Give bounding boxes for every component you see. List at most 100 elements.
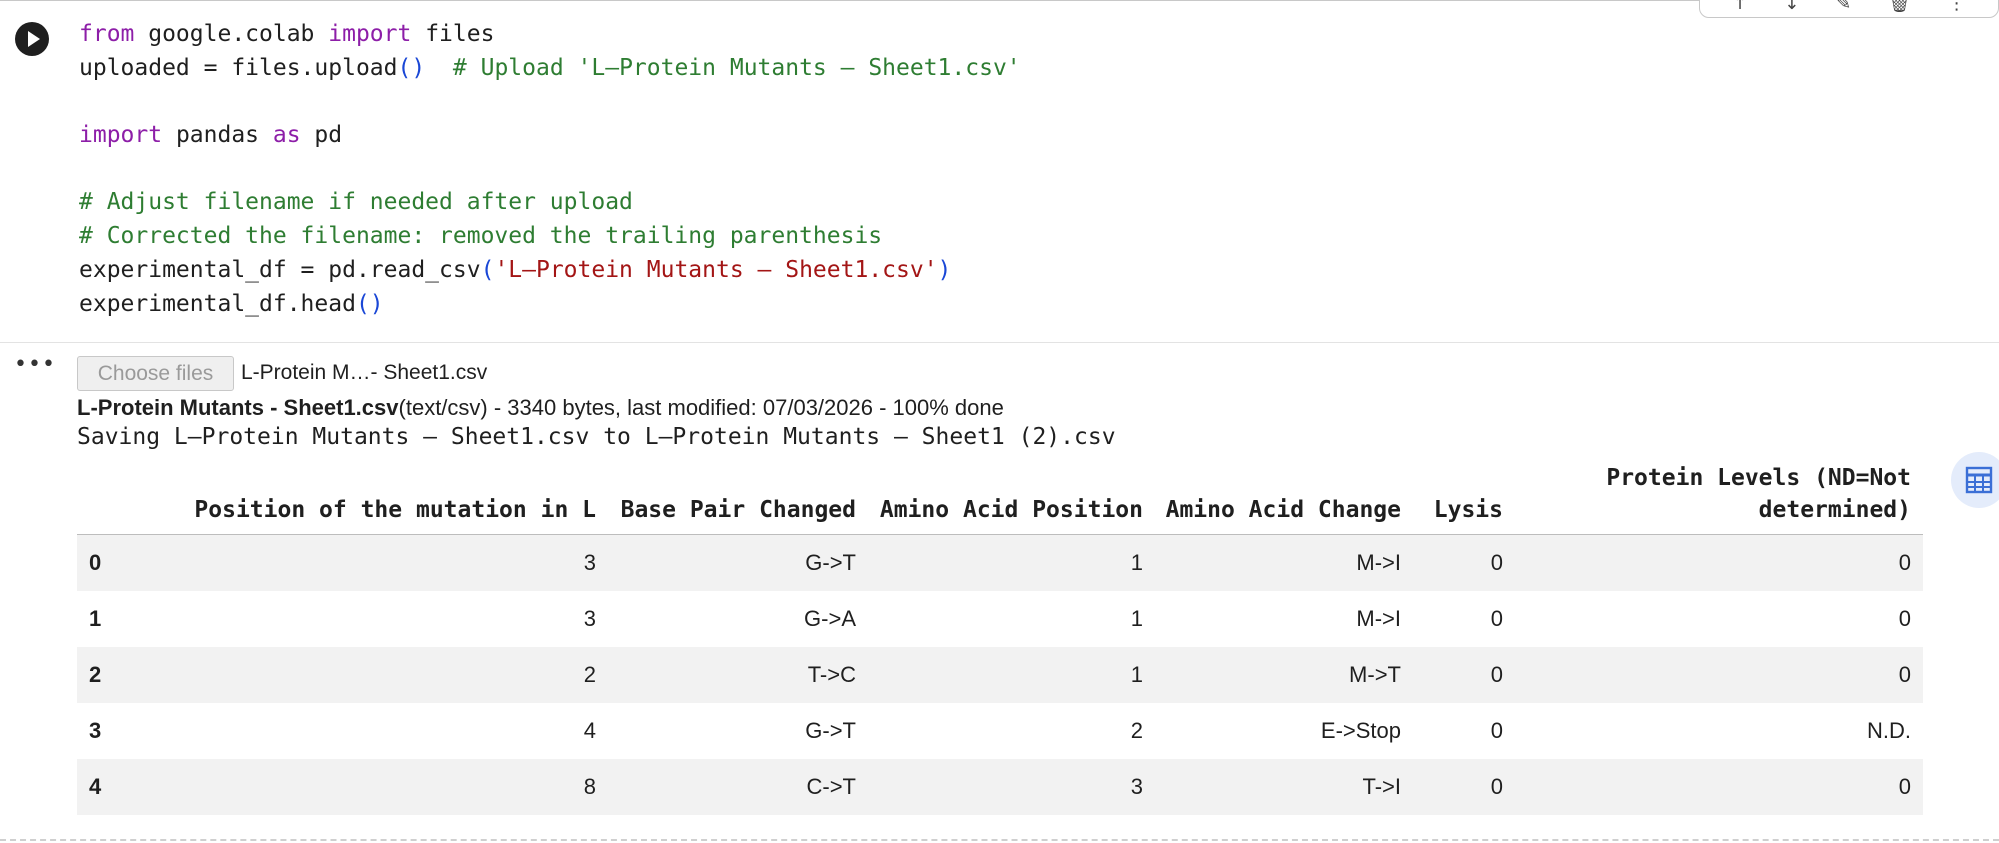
more-vert-icon[interactable]: ⋮ xyxy=(1948,0,1966,17)
cell-toolbar: ↑ ↓ ✎ 🗑 ⋮ xyxy=(1699,0,1999,18)
code-token: () xyxy=(397,54,426,81)
code-line: uploaded = files.upload() # Upload 'L–Pr… xyxy=(79,52,1021,86)
table-cell: 0 xyxy=(1898,662,1911,687)
code-line: # Adjust filename if needed after upload xyxy=(79,186,1021,220)
column-header: Position of the mutation in L xyxy=(194,497,596,523)
code-token: from xyxy=(79,21,135,47)
code-line: # Corrected the filename: removed the tr… xyxy=(79,220,1021,254)
upload-status: L-Protein Mutants - Sheet1.csv(text/csv)… xyxy=(77,395,1004,421)
table-cell: 1 xyxy=(1130,550,1143,575)
table-row: 2 2 T->C 1 M->T 0 0 xyxy=(77,647,1923,703)
column-header: Amino Acid Change xyxy=(1165,497,1401,523)
code-token: import xyxy=(328,21,412,47)
code-line: from google.colab import files xyxy=(79,18,1021,52)
table-cell: M->I xyxy=(1356,606,1401,631)
table-cell: 2 xyxy=(583,662,596,687)
chosen-file-name: L-Protein M…- Sheet1.csv xyxy=(241,361,488,384)
arrow-up-icon[interactable]: ↑ xyxy=(1732,0,1747,17)
dataframe-table: Position of the mutation in L Base Pair C… xyxy=(77,462,1923,815)
play-icon xyxy=(28,31,40,47)
code-token: import xyxy=(79,122,163,149)
code-line: experimental_df = pd.read_csv('L–Protein… xyxy=(79,254,1021,288)
table-header-row: Position of the mutation in L Base Pair C… xyxy=(77,462,1923,535)
code-token: as xyxy=(272,122,301,149)
column-header: Base Pair Changed xyxy=(620,497,856,523)
code-editor[interactable]: from google.colab import files uploaded =… xyxy=(79,18,1021,321)
row-index: 2 xyxy=(89,662,102,687)
table-cell: 1 xyxy=(1130,662,1143,687)
code-token: ( xyxy=(480,256,495,283)
table-cell: M->T xyxy=(1349,662,1401,687)
table-cell: 0 xyxy=(1490,550,1503,575)
table-cell: 4 xyxy=(583,718,596,743)
code-token: # Adjust filename if needed after upload xyxy=(79,189,633,216)
table-cell: T->I xyxy=(1362,774,1401,799)
arrow-down-icon[interactable]: ↓ xyxy=(1784,0,1799,17)
output-menu-icon[interactable]: ••• xyxy=(14,354,55,382)
table-cell: G->T xyxy=(805,550,856,575)
code-line: experimental_df.head() xyxy=(79,288,1021,322)
row-index: 0 xyxy=(89,550,102,575)
choose-files-button[interactable]: Choose files xyxy=(77,356,234,391)
code-token: () xyxy=(355,290,384,317)
column-header: Lysis xyxy=(1433,497,1503,523)
editor-divider xyxy=(0,342,1999,343)
code-token: 'L–Protein Mutants – Sheet1.csv' xyxy=(494,256,938,283)
code-token: files xyxy=(411,21,495,47)
code-token: ) xyxy=(937,256,952,283)
table-cell: G->A xyxy=(804,606,856,631)
table-cell: M->I xyxy=(1356,550,1401,575)
code-token: pd xyxy=(300,122,343,149)
table-cell: 1 xyxy=(1130,606,1143,631)
code-token: uploaded = files.upload xyxy=(79,54,398,81)
upload-filename: L-Protein Mutants - Sheet1.csv xyxy=(77,395,399,420)
code-token: experimental_df.head xyxy=(79,290,356,317)
upload-details: (text/csv) - 3340 bytes, last modified: … xyxy=(398,395,1004,420)
code-line: import pandas as pd xyxy=(79,119,1021,153)
table-cell: 8 xyxy=(583,774,596,799)
row-index: 3 xyxy=(89,718,102,743)
table-cell: 0 xyxy=(1490,606,1503,631)
cell-bottom-divider xyxy=(0,839,1999,841)
table-cell: N.D. xyxy=(1867,718,1911,743)
table-cell: 3 xyxy=(583,606,596,631)
delete-icon[interactable]: 🗑 xyxy=(1888,0,1911,17)
table-icon xyxy=(1965,466,1993,494)
interactive-table-button[interactable] xyxy=(1951,452,1999,508)
table-row: 4 8 C->T 3 T->I 0 0 xyxy=(77,759,1923,815)
code-token: pandas xyxy=(162,122,273,149)
table-row: 3 4 G->T 2 E->Stop 0 N.D. xyxy=(77,703,1923,759)
table-cell: 2 xyxy=(1130,718,1143,743)
pencil-icon[interactable]: ✎ xyxy=(1836,0,1851,17)
table-cell: T->C xyxy=(807,662,856,687)
table-cell: 0 xyxy=(1898,774,1911,799)
code-token: experimental_df = pd.read_csv xyxy=(79,256,481,283)
table-cell: 0 xyxy=(1898,550,1911,575)
code-cell: ↑ ↓ ✎ 🗑 ⋮ from google.colab import files… xyxy=(0,0,1999,843)
table-body: 0 3 G->T 1 M->I 0 0 1 3 G->A 1 M->I 0 0 2 2 T->C 1 M->T 0 0 3… xyxy=(77,534,1923,815)
row-index: 4 xyxy=(89,774,102,799)
code-token: # Upload 'L–Protein Mutants – Sheet1.csv… xyxy=(452,54,1021,81)
column-header: Protein Levels (ND=Not determined) xyxy=(1606,465,1911,523)
table-cell: 3 xyxy=(583,550,596,575)
table-cell: 0 xyxy=(1898,606,1911,631)
run-cell-button[interactable] xyxy=(15,22,49,56)
index-header xyxy=(77,462,189,535)
table-cell: C->T xyxy=(806,774,857,799)
table-cell: G->T xyxy=(805,718,856,743)
table-cell: 0 xyxy=(1490,774,1503,799)
saving-message: Saving L–Protein Mutants – Sheet1.csv to… xyxy=(77,424,1116,450)
row-index: 1 xyxy=(89,606,102,631)
code-token: # Corrected the filename: removed the tr… xyxy=(79,223,883,250)
table-cell: 0 xyxy=(1490,662,1503,687)
table-cell: 3 xyxy=(1130,774,1143,799)
code-token: google.colab xyxy=(134,21,329,47)
column-header: Amino Acid Position xyxy=(879,497,1143,523)
table-cell: E->Stop xyxy=(1320,718,1401,743)
table-row: 1 3 G->A 1 M->I 0 0 xyxy=(77,591,1923,647)
table-row: 0 3 G->T 1 M->I 0 0 xyxy=(77,534,1923,591)
table-cell: 0 xyxy=(1490,718,1503,743)
